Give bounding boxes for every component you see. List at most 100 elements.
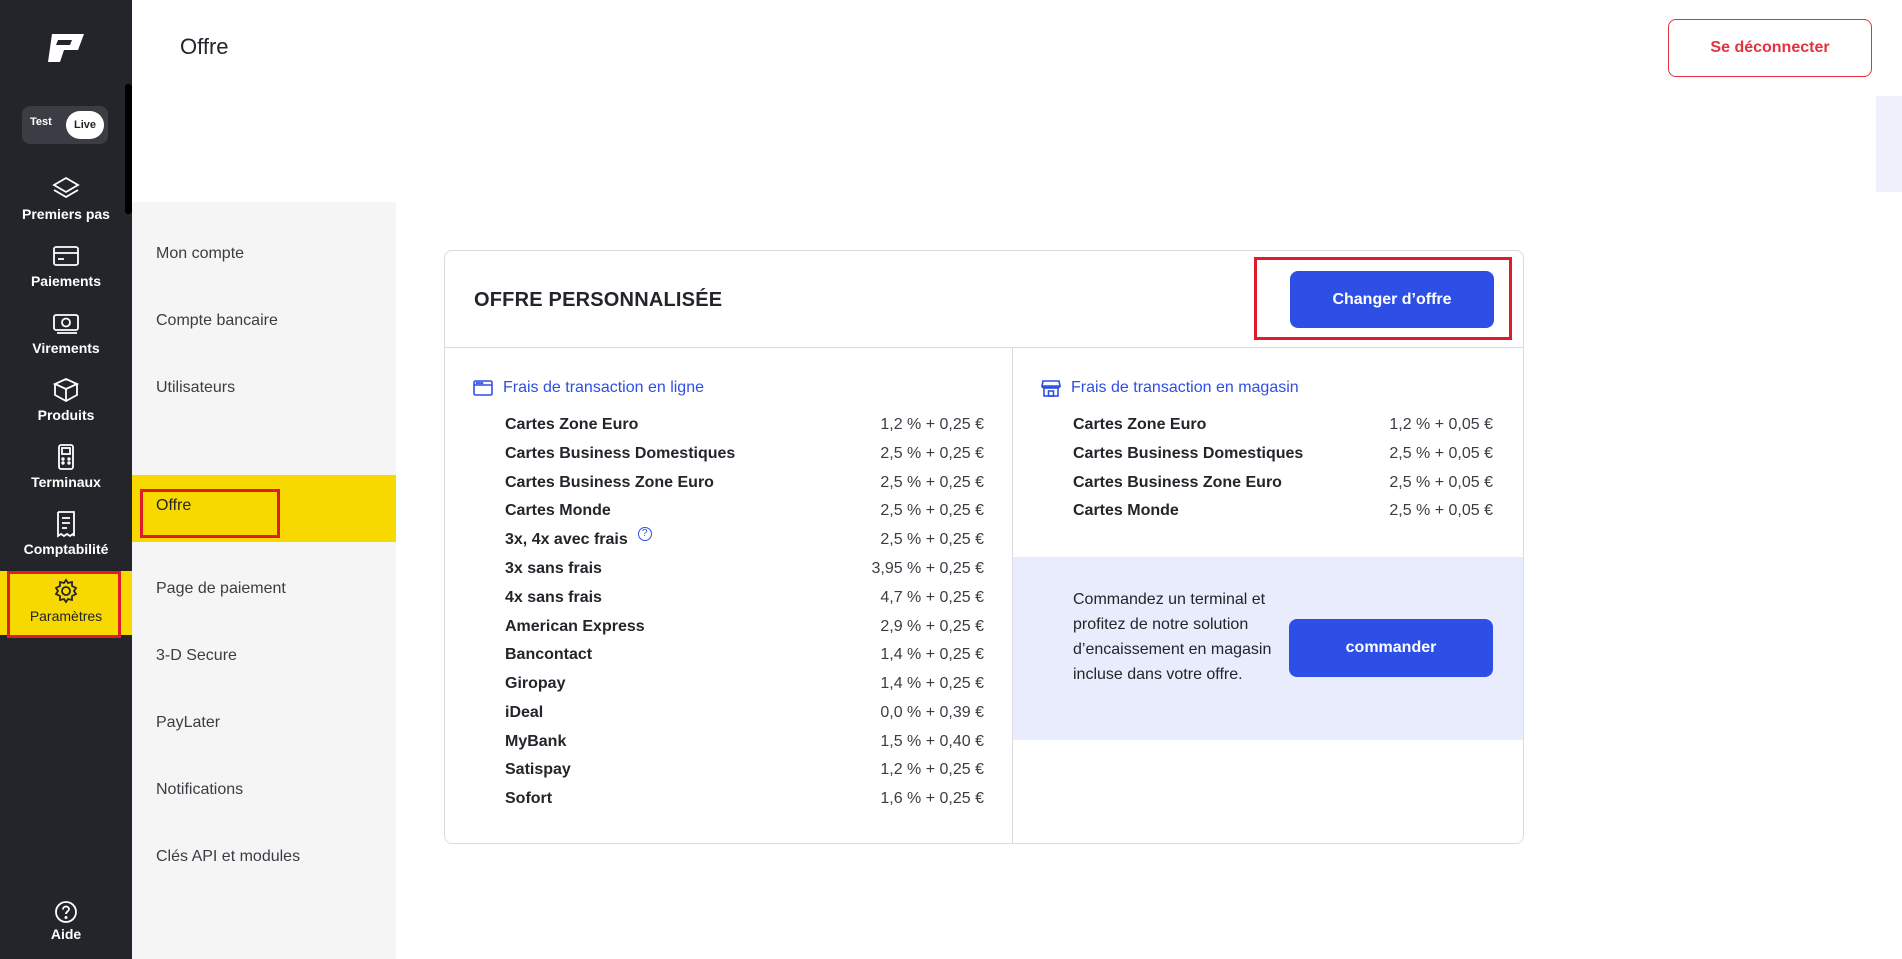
rail-item-parametres[interactable]: Paramètres <box>0 571 132 635</box>
rate-value: 2,5 % + 0,25 € <box>880 502 984 519</box>
rate-name: Bancontact <box>505 646 593 663</box>
rate-name-wrap: 3x, 4x avec frais? <box>505 527 652 549</box>
rate-row: Sofort 1,6 % + 0,25 € <box>505 790 984 814</box>
rate-name: iDeal <box>505 704 544 721</box>
banknote-icon <box>53 314 79 334</box>
rail-item-label: Produits <box>37 407 95 423</box>
settings-item-label: Clés API et modules <box>156 848 301 865</box>
change-offer-button[interactable]: Changer d’offre <box>1290 271 1494 328</box>
rate-value: 4,7 % + 0,25 € <box>880 589 984 606</box>
rail-item-label: Paiements <box>30 273 102 289</box>
settings-item-utilisateurs[interactable]: Utilisateurs <box>132 357 396 424</box>
rail-item-label: Paramètres <box>29 608 103 624</box>
rail-item-label: Comptabilité <box>23 541 109 557</box>
rate-name: Cartes Business Zone Euro <box>1073 474 1282 491</box>
env-test-option[interactable]: Test <box>30 116 52 128</box>
rate-row: 3x, 4x avec frais? 2,5 % + 0,25 € <box>505 527 984 555</box>
settings-item-label: Notifications <box>156 781 244 798</box>
rate-name: Cartes Business Domestiques <box>505 445 736 462</box>
store-fees-heading-label: Frais de transaction en magasin <box>1071 379 1299 396</box>
rate-value: 1,5 % + 0,40 € <box>880 733 984 750</box>
settings-item-mon-compte[interactable]: Mon compte <box>132 223 396 290</box>
settings-item-compte-bancaire[interactable]: Compte bancaire <box>132 290 396 357</box>
rate-row: 3x sans frais 3,95 % + 0,25 € <box>505 560 984 584</box>
settings-sidebar: Mon compte Compte bancaire Utilisateurs … <box>132 202 396 959</box>
online-fees-heading-label: Frais de transaction en ligne <box>503 379 704 396</box>
rate-value: 2,9 % + 0,25 € <box>880 618 984 635</box>
rail-item-label: Terminaux <box>31 474 101 490</box>
rate-name: 3x, 4x avec frais <box>505 531 628 548</box>
rate-row: Giropay 1,4 % + 0,25 € <box>505 675 984 699</box>
rate-row: Cartes Business Zone Euro 2,5 % + 0,25 € <box>505 474 984 498</box>
settings-item-label: Page de paiement <box>156 580 286 597</box>
side-panel-tab[interactable] <box>1876 96 1902 192</box>
rate-row: Cartes Business Zone Euro 2,5 % + 0,05 € <box>1073 474 1493 498</box>
rate-value: 2,5 % + 0,25 € <box>880 445 984 462</box>
rate-name: Giropay <box>505 675 566 692</box>
store-fees-heading: Frais de transaction en magasin <box>1041 379 1299 397</box>
rate-value: 2,5 % + 0,05 € <box>1389 474 1493 491</box>
rate-row: 4x sans frais 4,7 % + 0,25 € <box>505 589 984 613</box>
rate-name: 3x sans frais <box>505 560 602 577</box>
help-link[interactable]: Aide <box>0 900 132 942</box>
rate-value: 2,5 % + 0,25 € <box>880 531 984 548</box>
rate-name: Cartes Zone Euro <box>505 416 639 433</box>
rate-value: 3,95 % + 0,25 € <box>871 560 984 577</box>
settings-item-notifications[interactable]: Notifications <box>132 759 396 826</box>
settings-item-cles-api[interactable]: Clés API et modules <box>132 826 396 893</box>
rail-item-premiers-pas[interactable]: Premiers pas <box>0 175 132 239</box>
rate-row: Cartes Zone Euro 1,2 % + 0,25 € <box>505 416 984 440</box>
rate-name: Cartes Zone Euro <box>1073 416 1207 433</box>
settings-item-label: 3-D Secure <box>156 647 237 664</box>
rate-value: 1,2 % + 0,05 € <box>1389 416 1493 433</box>
receipt-icon <box>57 511 75 538</box>
rate-row: iDeal 0,0 % + 0,39 € <box>505 704 984 728</box>
rate-value: 1,4 % + 0,25 € <box>880 675 984 692</box>
settings-item-offre[interactable]: Offre <box>132 475 396 542</box>
settings-item-page-de-paiement[interactable]: Page de paiement <box>132 558 396 625</box>
storefront-icon <box>1041 380 1061 397</box>
rail-item-comptabilite[interactable]: Comptabilité <box>0 510 132 574</box>
env-live-option[interactable]: Live <box>66 111 104 139</box>
promo-text: Commandez un terminal et profitez de not… <box>1073 591 1272 683</box>
rate-name: Cartes Business Domestiques <box>1073 445 1304 462</box>
rate-row: Cartes Monde 2,5 % + 0,25 € <box>505 502 984 526</box>
rate-value: 2,5 % + 0,05 € <box>1389 445 1493 462</box>
rate-value: 1,2 % + 0,25 € <box>880 761 984 778</box>
gear-icon <box>54 578 78 604</box>
brand-logo-icon <box>48 34 84 62</box>
offer-title: OFFRE PERSONNALISÉE <box>474 289 723 311</box>
offer-card-header: OFFRE PERSONNALISÉE Changer d’offre <box>445 251 1523 348</box>
logout-button[interactable]: Se déconnecter <box>1668 19 1872 77</box>
rail-item-label: Virements <box>32 340 100 356</box>
rate-row: Satispay 1,2 % + 0,25 € <box>505 761 984 785</box>
settings-item-label: Utilisateurs <box>156 379 236 396</box>
rate-row: Cartes Zone Euro 1,2 % + 0,05 € <box>1073 416 1493 440</box>
offer-card: OFFRE PERSONNALISÉE Changer d’offre Frai… <box>444 250 1524 844</box>
rail-item-produits[interactable]: Produits <box>0 376 132 440</box>
rate-row: Cartes Business Domestiques 2,5 % + 0,25 … <box>505 445 984 469</box>
rate-name: Satispay <box>505 761 571 778</box>
terminal-promo-panel: Commandez un terminal et profitez de not… <box>1013 557 1523 740</box>
info-icon[interactable]: ? <box>637 527 652 541</box>
environment-toggle[interactable]: Test Live <box>22 106 108 144</box>
rail-item-terminaux[interactable]: Terminaux <box>0 443 132 507</box>
order-terminal-button[interactable]: commander <box>1289 619 1493 677</box>
rail-item-paiements[interactable]: Paiements <box>0 242 132 306</box>
settings-item-3d-secure[interactable]: 3-D Secure <box>132 625 396 692</box>
settings-item-paylater[interactable]: PayLater <box>132 692 396 759</box>
rate-row: Cartes Monde 2,5 % + 0,05 € <box>1073 502 1493 526</box>
online-fees-heading: Frais de transaction en ligne <box>473 379 704 397</box>
rail-item-label: Premiers pas <box>22 206 110 222</box>
rate-value: 2,5 % + 0,05 € <box>1389 502 1493 519</box>
help-icon <box>55 901 77 923</box>
settings-item-label: Compte bancaire <box>156 312 278 329</box>
settings-item-label: Offre <box>156 497 192 514</box>
rate-name: Cartes Business Zone Euro <box>505 474 714 491</box>
help-label: Aide <box>50 926 82 942</box>
settings-item-label: PayLater <box>156 714 221 731</box>
rate-value: 1,6 % + 0,25 € <box>880 790 984 807</box>
box-icon <box>52 378 80 403</box>
rail-item-virements[interactable]: Virements <box>0 309 132 373</box>
browser-window-icon <box>473 380 493 396</box>
